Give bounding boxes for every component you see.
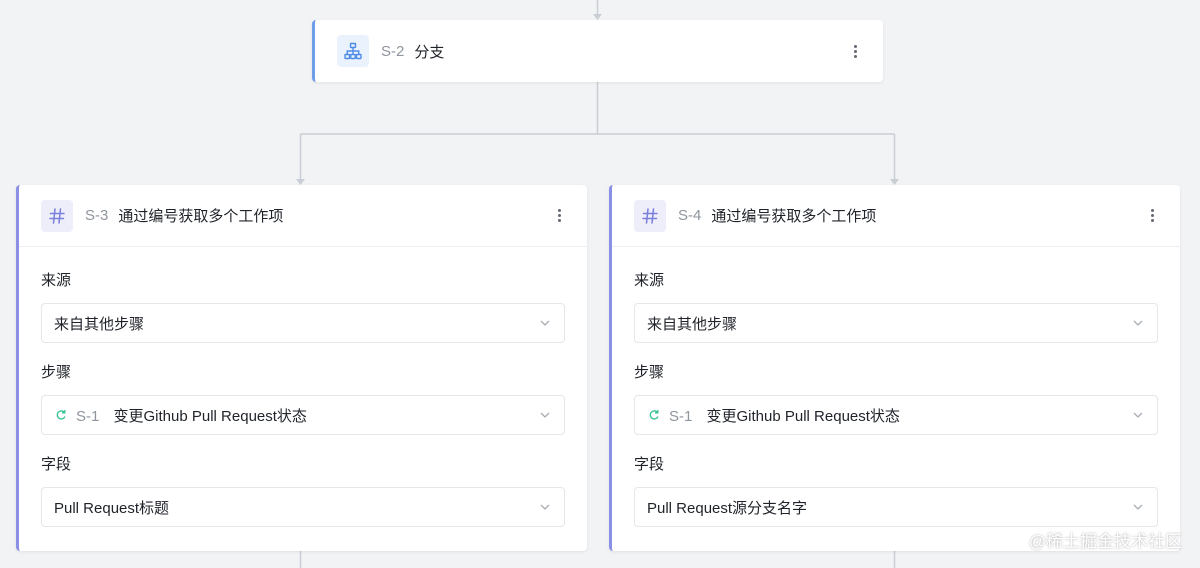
more-options-icon[interactable] (549, 206, 569, 226)
chevron-down-icon (1133, 412, 1143, 418)
more-options-icon[interactable] (1142, 206, 1162, 226)
chevron-down-icon (540, 320, 550, 326)
step-card-header: S-4 通过编号获取多个工作项 (612, 185, 1180, 247)
more-options-icon[interactable] (845, 41, 865, 61)
step-id: S-4 (678, 207, 702, 224)
source-label: 来源 (634, 272, 665, 289)
field-select[interactable]: Pull Request源分支名字 (634, 487, 1158, 527)
chevron-down-icon (540, 412, 550, 418)
step-label: 步骤 (634, 364, 665, 381)
field-select[interactable]: Pull Request标题 (41, 487, 565, 527)
step-ref-title: 变更Github Pull Request状态 (706, 407, 900, 425)
hash-icon (634, 199, 666, 232)
chevron-down-icon (540, 504, 550, 510)
step-card-s4[interactable]: S-4 通过编号获取多个工作项 来源 来自其他步骤 步骤 S-1 变更Githu… (609, 185, 1180, 551)
field-label: 字段 (634, 456, 665, 473)
field-value: Pull Request标题 (54, 499, 170, 517)
step-select[interactable]: S-1 变更Github Pull Request状态 (41, 395, 565, 435)
refresh-status-icon (56, 410, 66, 420)
branch-node-card[interactable]: S-2 分支 (312, 20, 883, 82)
step-id: S-3 (85, 207, 109, 224)
watermark: @稀土掘金技术社区 (1028, 532, 1182, 551)
branch-node-id: S-2 (381, 42, 405, 60)
step-card-header: S-3 通过编号获取多个工作项 (19, 185, 587, 247)
chevron-down-icon (1133, 504, 1143, 510)
hash-icon (41, 199, 73, 232)
source-select[interactable]: 来自其他步骤 (41, 303, 565, 343)
branch-node-title: 分支 (414, 43, 445, 61)
step-title: 通过编号获取多个工作项 (118, 208, 284, 225)
chevron-down-icon (1133, 320, 1143, 326)
step-ref-id: S-1 (76, 407, 100, 425)
field-value: Pull Request源分支名字 (647, 499, 808, 517)
source-label: 来源 (41, 272, 72, 289)
refresh-status-icon (649, 410, 659, 420)
source-value: 来自其他步骤 (647, 315, 738, 333)
step-card-s3[interactable]: S-3 通过编号获取多个工作项 来源 来自其他步骤 步骤 S-1 变更Githu… (16, 185, 587, 551)
step-title: 通过编号获取多个工作项 (711, 208, 877, 225)
source-value: 来自其他步骤 (54, 315, 145, 333)
step-ref-title: 变更Github Pull Request状态 (113, 407, 307, 425)
field-label: 字段 (41, 456, 72, 473)
source-select[interactable]: 来自其他步骤 (634, 303, 1158, 343)
branch-node-header: S-2 分支 (315, 20, 883, 82)
step-label: 步骤 (41, 364, 72, 381)
branch-icon (337, 35, 369, 67)
step-ref-id: S-1 (669, 407, 693, 425)
step-select[interactable]: S-1 变更Github Pull Request状态 (634, 395, 1158, 435)
